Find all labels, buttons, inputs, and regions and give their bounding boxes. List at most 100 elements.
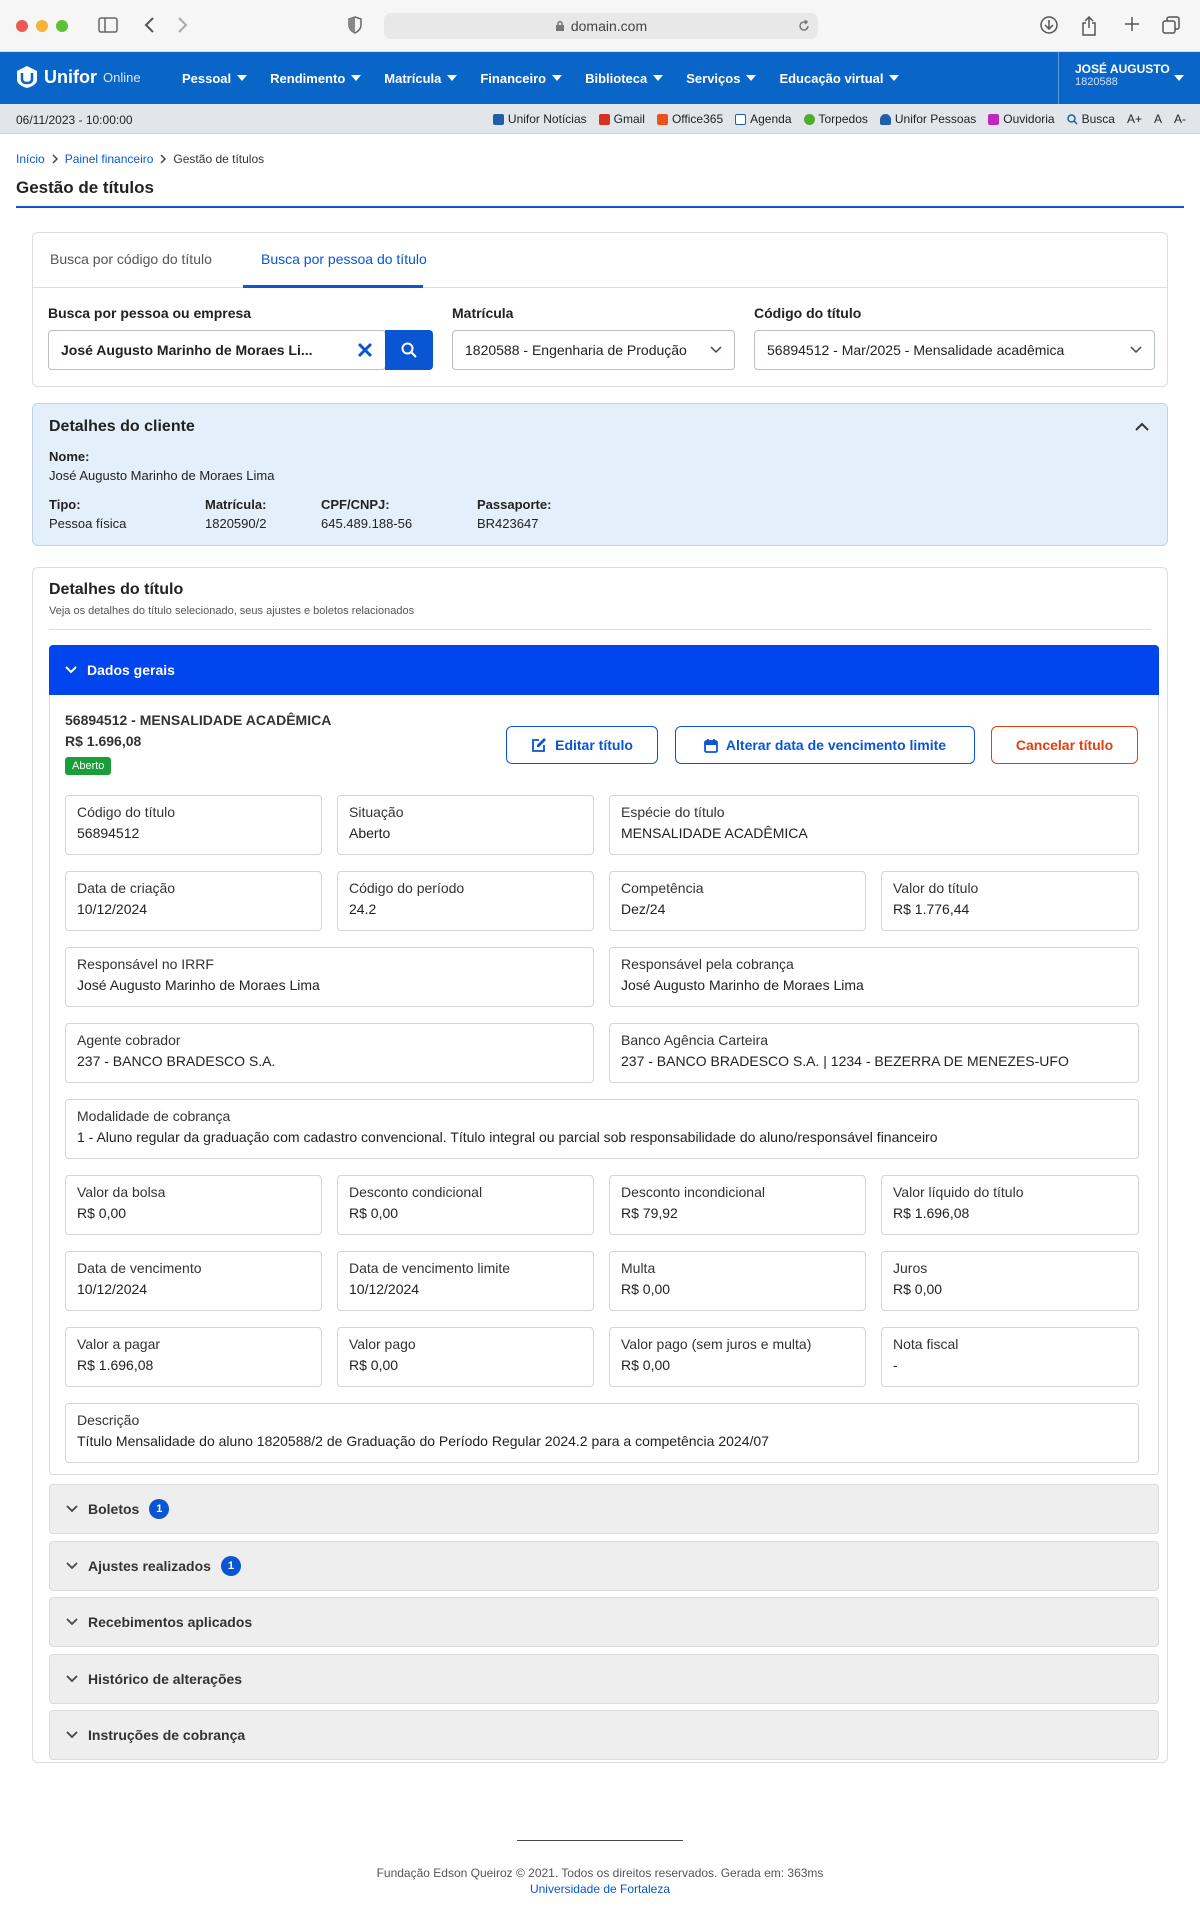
link-label: Ouvidoria <box>1003 112 1055 126</box>
window-controls[interactable] <box>16 20 68 32</box>
close-window-button[interactable] <box>16 20 28 32</box>
tab-busca-codigo[interactable]: Busca por código do título <box>50 251 212 267</box>
link-agenda[interactable]: Agenda <box>735 112 792 126</box>
clear-icon[interactable] <box>357 342 373 358</box>
cancel-title-button[interactable]: Cancelar título <box>991 726 1138 764</box>
field-label: Desconto incondicional <box>621 1184 765 1200</box>
person-search-input[interactable]: José Augusto Marinho de Moraes Li... <box>48 330 386 370</box>
chevron-down-icon <box>65 666 77 674</box>
link-office365[interactable]: Office365 <box>656 112 723 126</box>
font-reset-button[interactable]: A <box>1154 112 1162 126</box>
reload-icon[interactable] <box>798 20 810 32</box>
field-label: Data de vencimento <box>77 1260 202 1276</box>
field-label: Responsável pela cobrança <box>621 956 794 972</box>
field-value: R$ 0,00 <box>349 1205 399 1221</box>
field-label: Código do título <box>77 804 176 820</box>
codigo-select[interactable]: 56894512 - Mar/2025 - Mensalidade acadêm… <box>754 330 1155 370</box>
share-icon[interactable] <box>1081 16 1097 36</box>
url-text: domain.com <box>570 18 648 34</box>
menu-servicos[interactable]: Serviços <box>674 71 767 86</box>
new-tab-icon[interactable] <box>1124 16 1140 32</box>
field-value: - <box>893 1357 898 1373</box>
back-icon[interactable] <box>144 16 156 34</box>
codigo-label: Código do título <box>754 305 862 321</box>
menu-biblioteca[interactable]: Biblioteca <box>573 71 674 86</box>
divider <box>49 629 1151 630</box>
link-unifor-pessoas[interactable]: Unifor Pessoas <box>879 112 976 126</box>
breadcrumb-parent[interactable]: Painel financeiro <box>65 152 154 166</box>
tab-busca-pessoa[interactable]: Busca por pessoa do título <box>261 251 427 267</box>
font-increase-button[interactable]: A+ <box>1127 112 1142 126</box>
menu-matricula[interactable]: Matrícula <box>372 71 468 86</box>
edit-icon <box>532 738 547 752</box>
unifor-logo-icon <box>17 66 37 88</box>
chevron-right-icon <box>160 154 167 164</box>
link-label: Torpedos <box>818 112 868 126</box>
utility-bar: 06/11/2023 - 10:00:00 Unifor Notícias Gm… <box>0 104 1200 134</box>
section-ajustes[interactable]: Ajustes realizados 1 <box>49 1541 1159 1591</box>
unifor-logo[interactable]: Unifor Online <box>16 65 141 89</box>
address-bar[interactable]: domain.com <box>384 13 818 39</box>
field-value: MENSALIDADE ACADÊMICA <box>621 825 808 841</box>
chevron-up-icon[interactable] <box>1135 422 1149 431</box>
menu-educacao-virtual[interactable]: Educação virtual <box>767 71 910 86</box>
field-value: 10/12/2024 <box>349 1281 420 1297</box>
section-boletos[interactable]: Boletos 1 <box>49 1484 1159 1534</box>
mail-icon <box>598 113 610 125</box>
active-tab-indicator <box>243 285 423 288</box>
sidebar-toggle-icon[interactable] <box>98 16 118 34</box>
minimize-window-button[interactable] <box>36 20 48 32</box>
menu-pessoal[interactable]: Pessoal <box>170 71 258 86</box>
field-especie: Espécie do título MENSALIDADE ACADÊMICA <box>609 795 1139 855</box>
client-details-title: Detalhes do cliente <box>49 418 195 435</box>
field-label: Multa <box>621 1260 656 1276</box>
matricula-select[interactable]: 1820588 - Engenharia de Produção <box>452 330 735 370</box>
link-label: Busca <box>1081 112 1115 126</box>
field-value: Título Mensalidade do aluno 1820588/2 de… <box>77 1433 769 1449</box>
section-historico[interactable]: Histórico de alterações <box>49 1654 1159 1704</box>
link-gmail[interactable]: Gmail <box>598 112 645 126</box>
breadcrumb-home[interactable]: Início <box>16 152 45 166</box>
field-value: José Augusto Marinho de Moraes Lima <box>77 977 320 993</box>
field-juros: Juros R$ 0,00 <box>881 1251 1139 1311</box>
forward-icon[interactable] <box>176 16 188 34</box>
font-decrease-button[interactable]: A- <box>1174 112 1186 126</box>
chevron-down-icon <box>66 1675 78 1683</box>
shield-icon[interactable] <box>348 16 362 34</box>
section-recebimentos[interactable]: Recebimentos aplicados <box>49 1597 1159 1647</box>
link-busca[interactable]: Busca <box>1066 112 1115 126</box>
field-label: Valor líquido do título <box>893 1184 1024 1200</box>
dados-gerais-header[interactable]: Dados gerais <box>49 645 1159 695</box>
office-icon <box>656 113 668 125</box>
field-value: R$ 1.696,08 <box>893 1205 970 1221</box>
field-value: R$ 0,00 <box>621 1357 671 1373</box>
change-due-date-button[interactable]: Alterar data de vencimento limite <box>675 726 975 764</box>
field-responsavel-cobranca: Responsável pela cobrança José Augusto Ma… <box>609 947 1139 1007</box>
logo-subtext: Online <box>103 69 141 85</box>
link-torpedos[interactable]: Torpedos <box>803 112 868 126</box>
search-tabs: Busca por código do título Busca por pes… <box>33 233 1167 288</box>
quick-links: Unifor Notícias Gmail Office365 Agenda T… <box>492 112 1186 126</box>
field-value: 1 - Aluno regular da graduação com cadas… <box>77 1129 938 1145</box>
main-navbar: Unifor Online Pessoal Rendimento Matrícu… <box>0 52 1200 104</box>
field-label: Data de vencimento limite <box>349 1260 511 1276</box>
maximize-window-button[interactable] <box>56 20 68 32</box>
download-icon[interactable] <box>1040 16 1058 34</box>
tabs-overview-icon[interactable] <box>1162 16 1180 34</box>
menu-label: Rendimento <box>270 70 346 86</box>
footer-link[interactable]: Universidade de Fortaleza <box>0 1882 1200 1896</box>
link-ouvidoria[interactable]: Ouvidoria <box>988 112 1055 126</box>
menu-rendimento[interactable]: Rendimento <box>258 71 372 86</box>
search-icon <box>401 342 417 358</box>
field-codigo-periodo: Código do período 24.2 <box>337 871 594 931</box>
section-instrucoes[interactable]: Instruções de cobrança <box>49 1710 1159 1760</box>
user-menu[interactable]: JOSÉ AUGUSTO 1820588 <box>1058 52 1200 104</box>
field-value: R$ 1.696,08 <box>77 1357 154 1373</box>
search-button[interactable] <box>385 330 433 370</box>
menu-label: Financeiro <box>480 70 547 86</box>
edit-title-button[interactable]: Editar título <box>506 726 658 764</box>
menu-financeiro[interactable]: Financeiro <box>468 71 573 86</box>
field-label: Modalidade de cobrança <box>77 1108 231 1124</box>
field-banco-agencia: Banco Agência Carteira 237 - BANCO BRADES… <box>609 1023 1139 1083</box>
link-unifor-noticias[interactable]: Unifor Notícias <box>492 112 587 126</box>
